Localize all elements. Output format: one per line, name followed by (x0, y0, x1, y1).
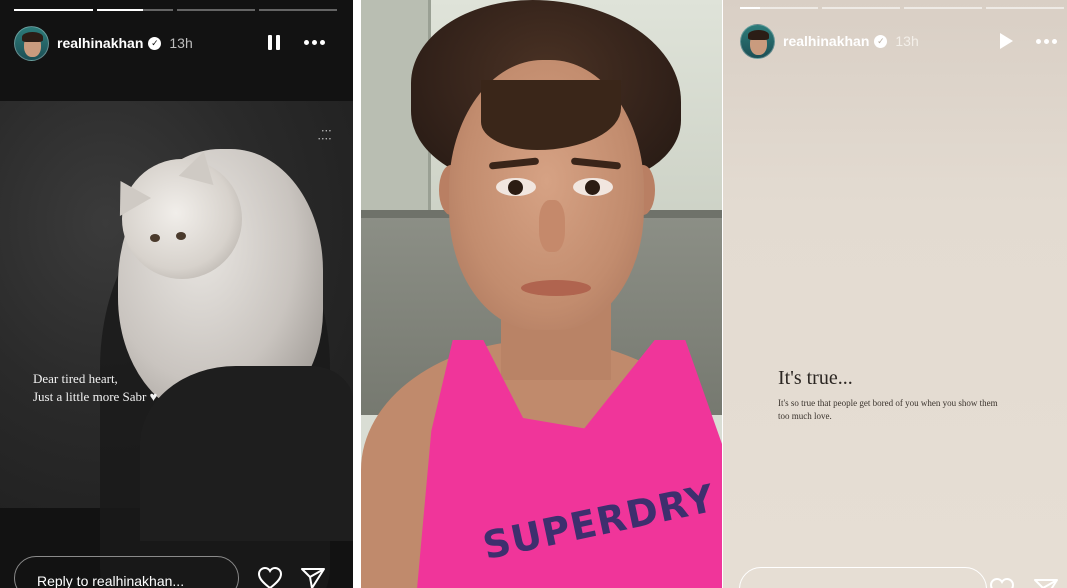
story-left: realhinakhan ✓ 13h • • • • • • • Dear tir… (0, 0, 353, 588)
cat-eye (176, 232, 186, 240)
story-caption: Dear tired heart, Just a little more Sab… (33, 370, 157, 406)
watermark-logo: • • • • • • • (318, 129, 331, 143)
reply-input[interactable]: Reply to realhinakhan... (14, 556, 239, 588)
eye (573, 178, 613, 196)
send-icon[interactable] (300, 566, 326, 588)
heart-icon[interactable] (989, 577, 1015, 588)
progress-segment (259, 9, 337, 11)
username[interactable]: realhinakhan (57, 35, 143, 51)
story-right: realhinakhan ✓ 13h It's true... It's so … (723, 0, 1067, 588)
progress-segment (904, 7, 982, 9)
person-arm (140, 366, 353, 541)
story-header: realhinakhan ✓ 13h (740, 23, 919, 59)
play-icon[interactable] (998, 29, 1014, 53)
story-image: • • • • • • • (0, 101, 353, 588)
cat-eye (150, 234, 160, 242)
reply-input[interactable] (739, 567, 987, 588)
more-options-icon[interactable] (302, 30, 326, 54)
progress-segment (986, 7, 1064, 9)
pause-icon[interactable] (266, 30, 282, 54)
progress-segment (177, 9, 255, 11)
caption-line: Dear tired heart, (33, 371, 118, 386)
caption-line: Just a little more Sabr ♥ (33, 389, 158, 404)
reply-placeholder: Reply to realhinakhan... (37, 573, 185, 588)
caption-body: It's so true that people get bored of yo… (778, 398, 998, 421)
progress-segment (14, 9, 93, 11)
send-icon[interactable] (1033, 577, 1059, 588)
timestamp: 13h (169, 35, 193, 51)
caption-title: It's true... (778, 367, 853, 389)
progress-segment (97, 9, 173, 11)
story-header: realhinakhan ✓ 13h (14, 25, 193, 61)
story-progress-bar (14, 9, 337, 11)
username[interactable]: realhinakhan (783, 33, 869, 49)
heart-icon[interactable] (257, 566, 283, 588)
more-options-icon[interactable] (1034, 29, 1058, 53)
avatar[interactable] (14, 25, 49, 61)
nose (539, 200, 565, 252)
timestamp: 13h (895, 33, 919, 49)
cat-head (122, 159, 242, 279)
eye (496, 178, 536, 196)
avatar[interactable] (740, 23, 775, 59)
progress-segment (740, 7, 818, 9)
story-progress-bar (740, 7, 1064, 9)
verified-badge-icon: ✓ (148, 36, 162, 50)
selfie-photo: SUPERDRY (361, 0, 722, 588)
progress-segment (822, 7, 900, 9)
lips (521, 280, 591, 296)
verified-badge-icon: ✓ (874, 34, 888, 48)
